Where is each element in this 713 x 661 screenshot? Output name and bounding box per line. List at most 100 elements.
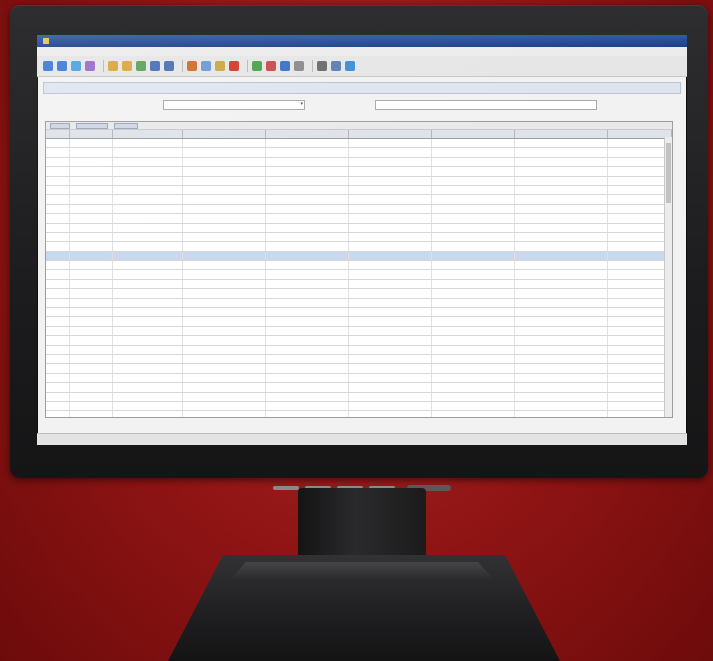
table-cell — [46, 317, 70, 326]
table-row[interactable] — [46, 345, 672, 355]
table-cell — [46, 176, 70, 185]
data-grid — [45, 121, 673, 418]
table-cell — [113, 251, 183, 261]
vertical-scrollbar[interactable] — [664, 137, 672, 417]
table-row[interactable] — [46, 392, 672, 402]
table-cell — [432, 195, 516, 204]
table-cell — [46, 336, 70, 345]
table-row[interactable] — [46, 185, 672, 196]
column-header[interactable] — [432, 130, 516, 138]
table-cell — [349, 176, 433, 185]
table-cell — [183, 195, 266, 204]
save-all-icon[interactable] — [122, 61, 132, 71]
table-cell — [46, 364, 70, 373]
table-row[interactable] — [46, 176, 672, 186]
scrollbar-thumb[interactable] — [666, 143, 671, 203]
table-cell — [70, 214, 113, 223]
table-row[interactable] — [46, 232, 672, 243]
table-icon[interactable] — [164, 61, 174, 71]
table-cell — [183, 401, 266, 411]
table-row[interactable] — [46, 270, 672, 280]
grid-chip[interactable] — [50, 122, 70, 129]
table-row[interactable] — [46, 261, 672, 271]
table-row[interactable] — [46, 251, 672, 262]
table-cell — [46, 373, 70, 383]
check-icon[interactable] — [252, 61, 262, 71]
filter-select-2[interactable] — [375, 100, 597, 110]
table-cell — [432, 185, 516, 195]
table-row[interactable] — [46, 139, 672, 149]
table-cell — [266, 139, 349, 148]
table-row[interactable] — [46, 336, 672, 346]
table-cell — [608, 270, 672, 279]
table-cell — [349, 232, 433, 242]
column-header[interactable] — [113, 130, 183, 138]
edit-icon[interactable] — [187, 61, 197, 71]
table-row[interactable] — [46, 308, 672, 318]
delete-icon[interactable] — [229, 61, 239, 71]
copy-icon[interactable] — [201, 61, 211, 71]
chart-icon[interactable] — [150, 61, 160, 71]
table-row[interactable] — [46, 298, 672, 309]
table-row[interactable] — [46, 411, 672, 417]
table-row[interactable] — [46, 326, 672, 337]
table-row[interactable] — [46, 214, 672, 224]
table-row[interactable] — [46, 242, 672, 252]
table-row[interactable] — [46, 317, 672, 327]
table-row[interactable] — [46, 289, 672, 299]
table-cell — [70, 364, 113, 373]
filter-icon[interactable] — [85, 61, 95, 71]
export-icon[interactable] — [136, 61, 146, 71]
table-row[interactable] — [46, 383, 672, 393]
table-row[interactable] — [46, 364, 672, 374]
forward-icon[interactable] — [57, 61, 67, 71]
column-header[interactable] — [70, 130, 113, 138]
grid-body — [46, 139, 672, 417]
table-cell — [70, 317, 113, 326]
table-cell — [46, 223, 70, 232]
lock-icon[interactable] — [215, 61, 225, 71]
grid-chip[interactable] — [114, 122, 138, 129]
table-row[interactable] — [46, 373, 672, 384]
settings-icon[interactable] — [331, 61, 341, 71]
save-icon[interactable] — [108, 61, 118, 71]
table-cell — [349, 242, 433, 251]
column-header[interactable] — [46, 130, 70, 138]
column-header[interactable] — [266, 130, 349, 138]
filter-select-1[interactable]: ▾ — [163, 100, 305, 110]
table-row[interactable] — [46, 167, 672, 177]
monitor-button[interactable] — [273, 486, 299, 490]
table-row[interactable] — [46, 401, 672, 412]
table-row[interactable] — [46, 223, 672, 233]
table-cell — [515, 157, 608, 167]
flag-icon[interactable] — [266, 61, 276, 71]
table-cell — [432, 317, 516, 326]
table-row[interactable] — [46, 148, 672, 158]
toolbar-separator — [103, 60, 104, 72]
table-cell — [113, 401, 183, 411]
print-icon[interactable] — [317, 61, 327, 71]
refresh-icon[interactable] — [71, 61, 81, 71]
table-row[interactable] — [46, 204, 672, 215]
help-icon[interactable] — [345, 61, 355, 71]
table-row[interactable] — [46, 157, 672, 168]
table-cell — [183, 139, 266, 148]
table-row[interactable] — [46, 354, 672, 365]
table-cell — [515, 411, 608, 417]
table-cell — [46, 157, 70, 167]
table-cell — [113, 195, 183, 204]
table-row[interactable] — [46, 279, 672, 290]
back-icon[interactable] — [43, 61, 53, 71]
table-cell — [266, 392, 349, 401]
table-row[interactable] — [46, 195, 672, 205]
toolbar — [37, 56, 687, 77]
table-cell — [183, 251, 266, 261]
column-header[interactable] — [515, 130, 608, 138]
column-header[interactable] — [183, 130, 266, 138]
table-cell — [515, 195, 608, 204]
column-header[interactable] — [349, 130, 433, 138]
document-icon[interactable] — [294, 61, 304, 71]
column-header[interactable] — [608, 130, 672, 138]
grid-chip[interactable] — [76, 122, 108, 129]
info-icon[interactable] — [280, 61, 290, 71]
